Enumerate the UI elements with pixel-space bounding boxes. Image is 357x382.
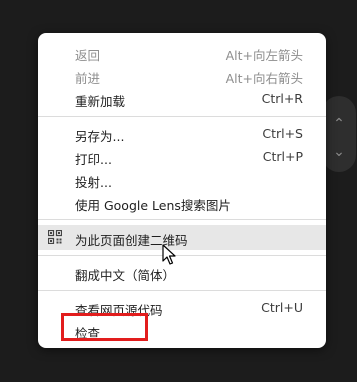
- qr-code-icon: [47, 229, 63, 245]
- menu-item-create-qr-code[interactable]: 为此页面创建二维码: [38, 225, 326, 250]
- screen: ⌃ ⌄ 返回 Alt+向左箭头 前进 Alt+向右箭头 重新加载 Ctrl+R …: [0, 0, 357, 382]
- menu-item-print[interactable]: 打印... Ctrl+P: [38, 145, 326, 168]
- menu-item-label: 另存为...: [75, 129, 125, 144]
- menu-item-back[interactable]: 返回 Alt+向左箭头: [38, 41, 326, 64]
- menu-item-reload[interactable]: 重新加载 Ctrl+R: [38, 87, 326, 110]
- menu-separator: [38, 116, 326, 117]
- menu-item-label: 投射...: [75, 175, 112, 190]
- menu-item-label: 前进: [75, 71, 101, 86]
- menu-item-shortcut: Alt+向左箭头: [225, 48, 303, 63]
- menu-separator: [38, 255, 326, 256]
- menu-item-cast[interactable]: 投射...: [38, 168, 326, 191]
- menu-item-forward[interactable]: 前进 Alt+向右箭头: [38, 64, 326, 87]
- menu-item-shortcut: Alt+向右箭头: [225, 71, 303, 86]
- menu-item-shortcut: Ctrl+U: [261, 300, 303, 315]
- menu-item-label: 使用 Google Lens搜索图片: [75, 198, 231, 213]
- scroll-buttons: [322, 96, 356, 172]
- mouse-cursor-icon: [162, 244, 176, 265]
- menu-item-shortcut: Ctrl+R: [261, 91, 303, 106]
- menu-separator: [38, 290, 326, 291]
- annotation-highlight-box: [61, 313, 148, 341]
- menu-item-google-lens[interactable]: 使用 Google Lens搜索图片: [38, 191, 326, 214]
- menu-item-label: 返回: [75, 48, 101, 63]
- context-menu: 返回 Alt+向左箭头 前进 Alt+向右箭头 重新加载 Ctrl+R 另存为.…: [38, 33, 326, 348]
- menu-separator: [38, 219, 326, 220]
- menu-item-shortcut: Ctrl+S: [262, 126, 303, 141]
- chevron-up-icon[interactable]: ⌃: [331, 116, 347, 132]
- chevron-down-icon[interactable]: ⌄: [331, 144, 347, 160]
- menu-item-label: 打印...: [75, 152, 112, 167]
- menu-item-label: 翻成中文（简体）: [75, 268, 176, 283]
- menu-item-shortcut: Ctrl+P: [262, 149, 303, 164]
- menu-item-translate[interactable]: 翻成中文（简体）: [38, 261, 326, 284]
- menu-item-save-as[interactable]: 另存为... Ctrl+S: [38, 122, 326, 145]
- menu-item-label: 重新加载: [75, 94, 126, 109]
